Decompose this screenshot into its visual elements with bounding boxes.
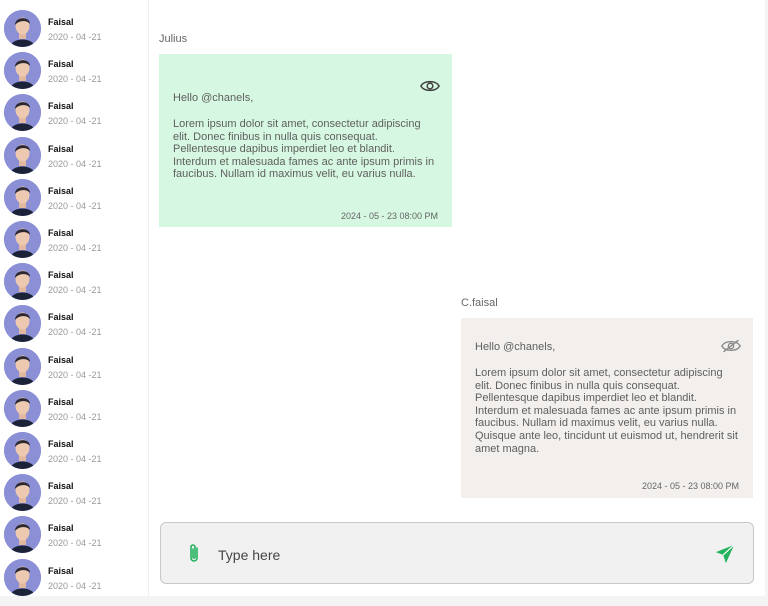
avatar: [4, 52, 41, 90]
message-body: Lorem ipsum dolor sit amet, consectetur …: [173, 118, 435, 181]
contact-item[interactable]: Faisal 2020 - 04 -21: [0, 94, 148, 136]
avatar: [4, 305, 41, 343]
contact-name: Faisal: [48, 354, 74, 365]
contact-date: 2020 - 04 -21: [48, 158, 102, 169]
contact-date: 2020 - 04 -21: [48, 243, 102, 253]
message-greeting: Hello @chanels,: [475, 341, 556, 353]
contact-date: 2020 - 04 -21: [48, 369, 102, 380]
contact-item[interactable]: Faisal 2020 - 04 -21: [0, 558, 148, 596]
avatar: [4, 389, 41, 427]
contact-date: 2020 - 04 -21: [48, 411, 102, 422]
contact-date: 2020 - 04 -21: [48, 327, 102, 338]
contact-name: Faisal: [48, 396, 74, 407]
contact-name: Faisal: [48, 270, 74, 281]
contact-date: 2020 - 04 -21: [48, 580, 102, 591]
send-icon[interactable]: [714, 543, 736, 565]
message-greeting: Hello @chanels,: [173, 92, 254, 104]
avatar: [4, 347, 41, 385]
message-sender: Julius: [159, 33, 188, 45]
contact-date: 2020 - 04 -21: [48, 200, 102, 211]
avatar: [4, 516, 41, 554]
message-bubble-incoming: Hello @chanels, Lorem ipsum dolor sit am…: [159, 54, 452, 227]
contact-item[interactable]: Faisal 2020 - 04 -21: [0, 347, 148, 390]
contact-item[interactable]: Faisal 2020 - 04 -21: [0, 474, 148, 516]
contact-item[interactable]: Faisal 2020 - 04 -21: [0, 136, 148, 179]
avatar: [4, 221, 41, 258]
avatar: [4, 136, 41, 174]
message-sender: C.faisal: [461, 297, 498, 309]
message-timestamp: 2024 - 05 - 23 08:00 PM: [641, 481, 739, 491]
contact-date: 2020 - 04 -21: [48, 454, 102, 464]
paperclip-icon[interactable]: [187, 543, 201, 565]
contact-name: Faisal: [48, 59, 74, 70]
contact-name: Faisal: [48, 228, 74, 238]
contact-name: Faisal: [48, 565, 74, 576]
contact-name: Faisal: [48, 17, 74, 27]
message-body: Lorem ipsum dolor sit amet, consectetur …: [475, 367, 738, 455]
message-composer: [160, 522, 754, 584]
eye-icon[interactable]: [420, 78, 440, 94]
contact-date: 2020 - 04 -21: [48, 32, 102, 42]
contact-item[interactable]: Faisal 2020 - 04 -21: [0, 178, 148, 221]
contact-item[interactable]: Faisal 2020 - 04 -21: [0, 305, 148, 347]
message-timestamp: 2024 - 05 - 23 08:00 PM: [340, 211, 438, 221]
message-input[interactable]: [218, 543, 698, 567]
contact-item[interactable]: Faisal 2020 - 04 -21: [0, 52, 148, 94]
contact-name: Faisal: [48, 143, 74, 154]
contact-item[interactable]: Faisal 2020 - 04 -21: [0, 10, 148, 52]
chat-panel: Julius Hello @chanels, Lorem ipsum dolor…: [148, 0, 765, 596]
contact-item[interactable]: Faisal 2020 - 04 -21: [0, 221, 148, 263]
avatar: [4, 10, 41, 47]
avatar: [4, 432, 41, 469]
contacts-sidebar: Faisal 2020 - 04 -21 Faisal 2020 - 04 -21 Fa…: [0, 0, 148, 596]
contact-date: 2020 - 04 -21: [48, 116, 102, 127]
avatar: [4, 94, 41, 132]
contact-date: 2020 - 04 -21: [48, 538, 102, 549]
message-bubble-outgoing: Hello @chanels, Lorem ipsum dolor sit am…: [461, 318, 753, 498]
contact-item[interactable]: Faisal 2020 - 04 -21: [0, 263, 148, 305]
contact-name: Faisal: [48, 439, 74, 449]
eye-off-icon[interactable]: [721, 338, 741, 354]
avatar: [4, 263, 41, 301]
contact-name: Faisal: [48, 523, 74, 534]
contact-name: Faisal: [48, 101, 74, 112]
contact-item[interactable]: Faisal 2020 - 04 -21: [0, 389, 148, 432]
contact-date: 2020 - 04 -21: [48, 74, 102, 85]
contact-date: 2020 - 04 -21: [48, 496, 102, 507]
contact-name: Faisal: [48, 312, 74, 323]
contact-item[interactable]: Faisal 2020 - 04 -21: [0, 432, 148, 474]
contact-date: 2020 - 04 -21: [48, 285, 102, 296]
contact-name: Faisal: [48, 185, 74, 196]
avatar: [4, 474, 41, 512]
avatar: [4, 178, 41, 216]
contact-item[interactable]: Faisal 2020 - 04 -21: [0, 516, 148, 558]
contact-name: Faisal: [48, 481, 74, 492]
avatar: [4, 558, 41, 596]
